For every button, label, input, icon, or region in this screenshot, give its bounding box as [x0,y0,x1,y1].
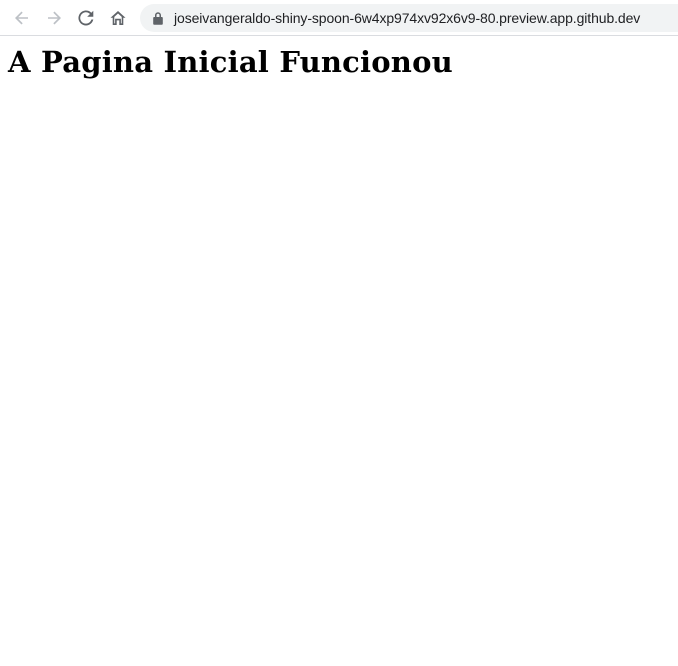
back-button[interactable] [7,3,37,33]
page-heading: A Pagina Inicial Funcionou [8,45,453,79]
arrow-left-icon [15,11,28,25]
home-icon [110,11,126,25]
reload-icon [78,10,94,26]
browser-toolbar: joseivangeraldo-shiny-spoon-6w4xp974xv92… [0,0,678,36]
page-content: A Pagina Inicial Funcionou [0,37,678,666]
url-text[interactable]: joseivangeraldo-shiny-spoon-6w4xp974xv92… [174,4,640,32]
arrow-right-icon [48,11,61,25]
lock-icon[interactable] [152,11,164,25]
reload-button[interactable] [71,3,101,33]
address-bar[interactable]: joseivangeraldo-shiny-spoon-6w4xp974xv92… [140,4,678,32]
forward-button[interactable] [39,3,69,33]
home-button[interactable] [103,3,133,33]
